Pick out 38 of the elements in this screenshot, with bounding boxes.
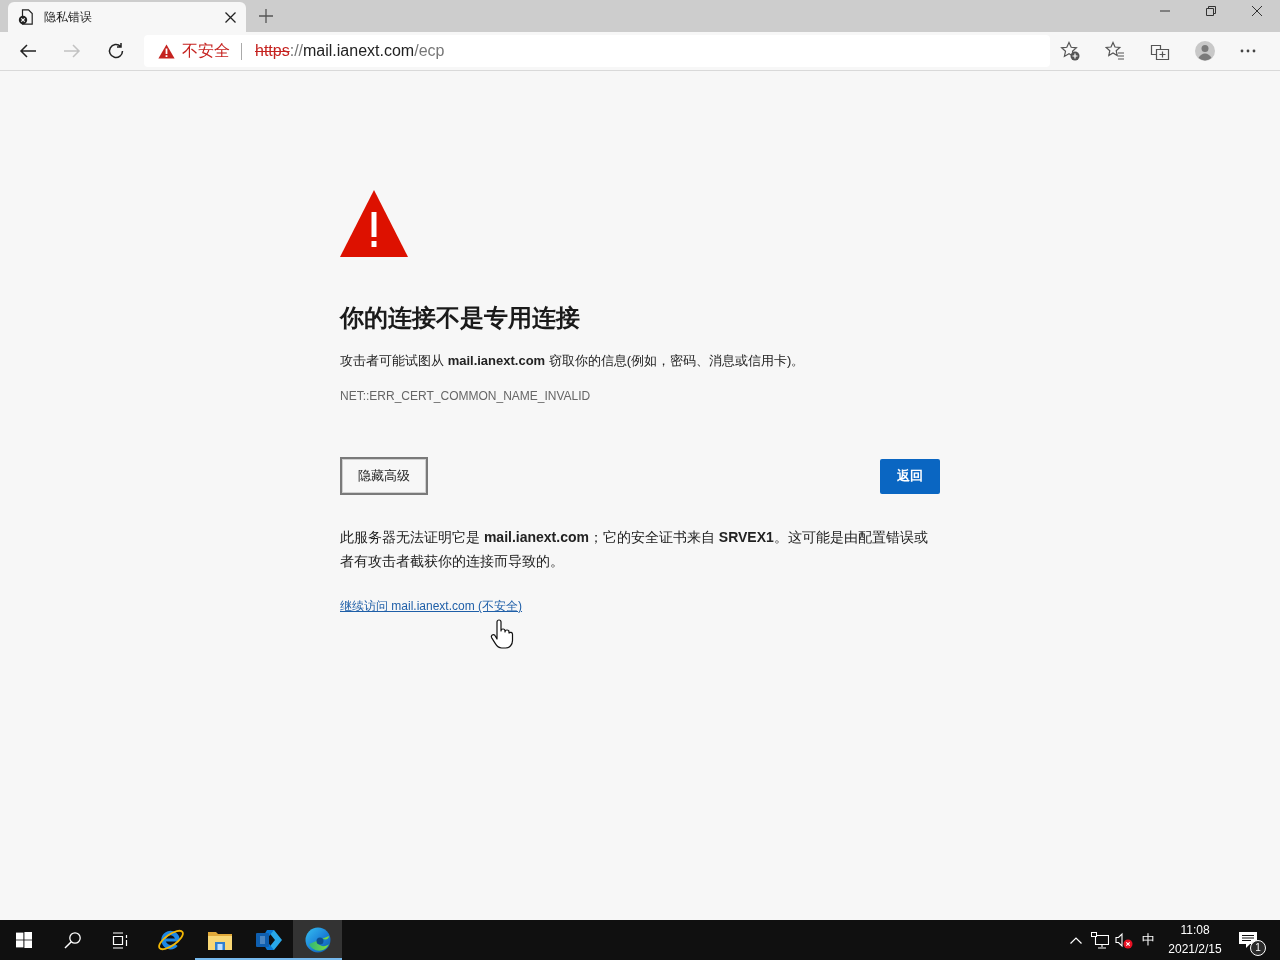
notification-icon[interactable] (1239, 931, 1257, 949)
hide-advanced-button[interactable]: 隐藏高级 (340, 457, 428, 495)
clock-time[interactable]: 11:08 (1180, 921, 1210, 940)
person-icon[interactable] (1195, 41, 1215, 61)
security-status[interactable]: 不安全 (182, 40, 230, 62)
back-button[interactable]: 返回 (880, 458, 940, 494)
task-view-icon[interactable] (111, 931, 129, 949)
star-list-icon[interactable] (1105, 41, 1125, 61)
close-icon[interactable] (1252, 6, 1262, 16)
description-text: 攻击者可能试图从 mail.ianext.com 窃取你的信息(例如，密码、消息或信用卡)。 (340, 352, 805, 370)
warning-icon (340, 190, 408, 257)
restore-icon[interactable] (1206, 6, 1216, 16)
hand-cursor-icon (490, 619, 514, 649)
plus-icon[interactable] (259, 9, 273, 23)
search-icon[interactable] (63, 931, 81, 949)
star-plus-icon[interactable] (1060, 41, 1080, 61)
clock-date[interactable]: 2021/2/15 (1168, 940, 1222, 959)
monitor-icon[interactable] (1091, 931, 1109, 949)
speaker-muted-icon[interactable] (1115, 931, 1133, 949)
warning-icon (158, 43, 175, 59)
more-icon[interactable] (1240, 49, 1256, 53)
wave-circle-icon (304, 927, 331, 953)
refresh-icon[interactable] (107, 42, 125, 60)
details-text: 此服务器无法证明它是 mail.ianext.com；它的安全证书来自 SRVEX1。这可能是由配置错误或者有攻击者截获你的连接而导致的。 (340, 528, 929, 571)
proceed-link[interactable]: 继续访问 mail.ianext.com (不安全) (340, 597, 523, 615)
page-heading: 你的连接不是专用连接 (340, 303, 580, 333)
tile-arrow-icon (255, 928, 282, 952)
document-error-icon (18, 9, 34, 25)
ime-indicator[interactable]: 中 (1136, 931, 1160, 949)
taskbar-app-button[interactable] (293, 920, 342, 960)
close-icon[interactable] (225, 11, 236, 23)
browser-tab[interactable]: 隐私错误 (8, 2, 246, 32)
start-icon[interactable] (16, 932, 32, 948)
arrow-left-icon[interactable] (19, 42, 37, 60)
chevron-up-icon[interactable] (1070, 936, 1082, 944)
address-field[interactable]: 不安全 https://mail.ianext.com/ecp (144, 35, 1050, 67)
folder-icon (207, 930, 232, 950)
error-code: NET::ERR_CERT_COMMON_NAME_INVALID (340, 388, 591, 405)
